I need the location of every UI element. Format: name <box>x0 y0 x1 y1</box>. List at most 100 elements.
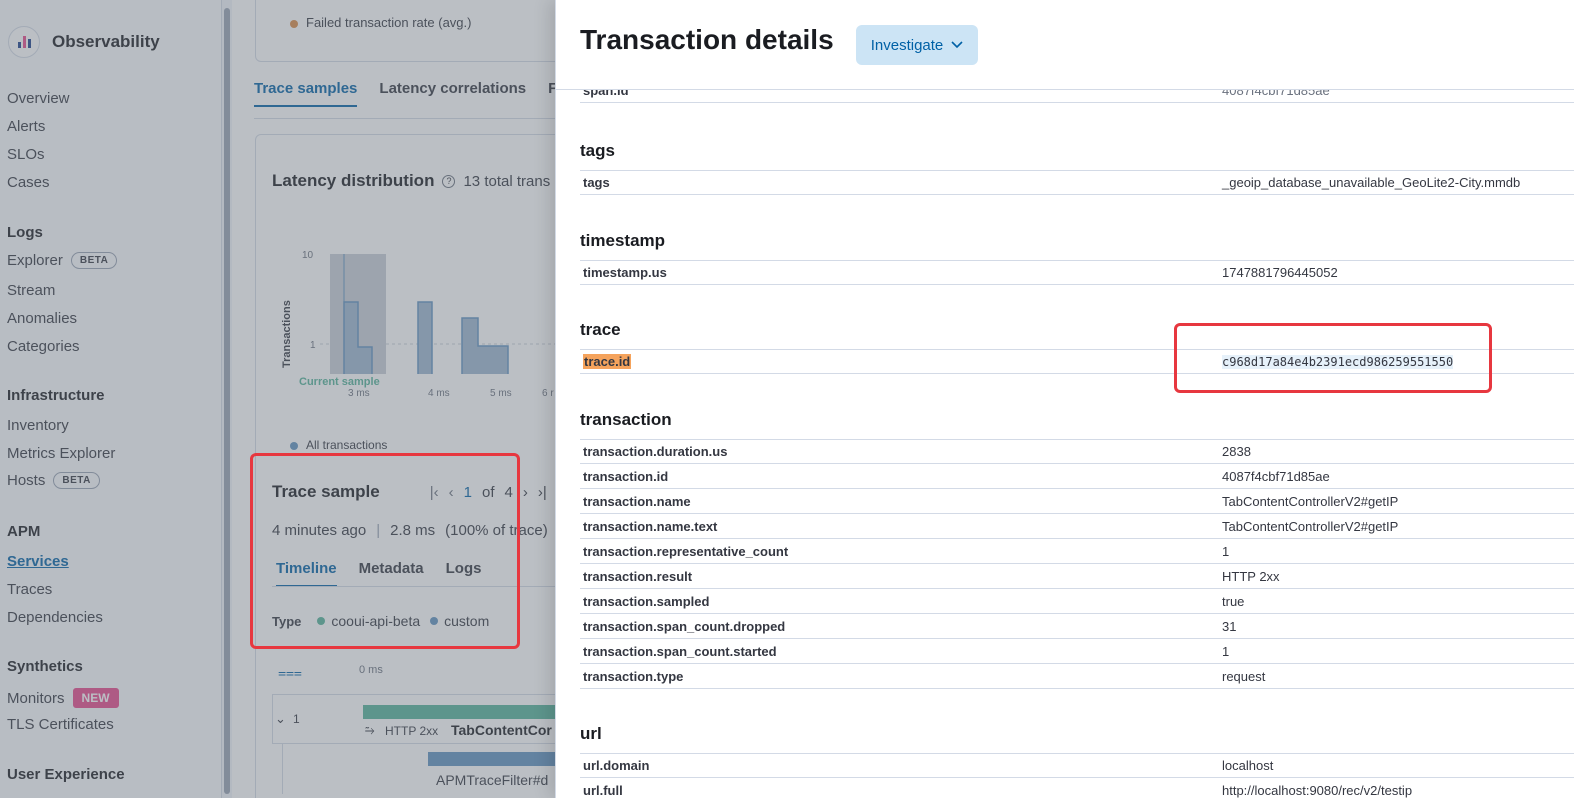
trace-id-value[interactable]: c968d17a84e4b2391ecd986259551550 <box>1222 354 1454 369</box>
type-name: custom <box>444 613 490 629</box>
brand[interactable]: Observability <box>8 26 160 58</box>
sidebar-item-hosts[interactable]: Hosts BETA <box>7 472 100 489</box>
collapse-all-icon[interactable]: ⩶ <box>278 664 302 681</box>
field-value[interactable]: TabContentControllerV2#getIP <box>1222 494 1398 509</box>
sidebar-item-explorer[interactable]: Explorer BETA <box>7 252 118 269</box>
field-row: transaction.name.text TabContentControlle… <box>580 514 1574 539</box>
legend-dot-icon <box>317 617 326 625</box>
tab-trace-samples[interactable]: Trace samples <box>254 80 358 107</box>
field-key: transaction.sampled <box>583 593 710 609</box>
chevron-down-icon[interactable]: ⌄ <box>275 711 286 727</box>
field-row: transaction.sampled true <box>580 589 1574 614</box>
field-row: transaction.span_count.started 1 <box>580 639 1574 664</box>
field-row: transaction.span_count.dropped 31 <box>580 614 1574 639</box>
transaction-status: HTTP 2xx <box>385 724 439 738</box>
field-value[interactable]: localhost <box>1222 758 1273 773</box>
field-row: transaction.name TabContentControllerV2#g… <box>580 489 1574 514</box>
last-page-icon[interactable]: ›| <box>538 484 547 501</box>
sidebar-item-stream[interactable]: Stream <box>7 282 55 299</box>
field-value[interactable]: _geoip_database_unavailable_GeoLite2-Cit… <box>1222 175 1520 190</box>
sidebar-item-slos[interactable]: SLOs <box>7 146 45 163</box>
tabs-divider <box>254 118 584 119</box>
prev-page-icon[interactable]: ‹ <box>449 484 454 501</box>
type-legend: Type cooui-api-beta custom <box>272 613 489 629</box>
field-value[interactable]: http://localhost:9080/rec/v2/testip <box>1222 783 1412 798</box>
trace-sample-title: Trace sample <box>272 482 380 501</box>
beta-badge: BETA <box>53 472 100 489</box>
sidebar-item-dependencies[interactable]: Dependencies <box>7 609 103 626</box>
field-value: 4087f4cbf71d85ae <box>1222 90 1330 98</box>
field-key: tags <box>583 175 610 190</box>
field-value[interactable]: 1 <box>1222 544 1229 559</box>
field-row: transaction.id 4087f4cbf71d85ae <box>580 464 1574 489</box>
sidebar-item-inventory[interactable]: Inventory <box>7 417 69 434</box>
group-title-transaction: transaction <box>580 410 672 429</box>
transaction-name: TabContentCor <box>451 722 552 738</box>
field-key: transaction.result <box>583 568 693 584</box>
field-row: transaction.type request <box>580 664 1574 689</box>
field-value[interactable]: request <box>1222 669 1265 684</box>
sidebar-item-tls-certificates[interactable]: TLS Certificates <box>7 716 114 733</box>
field-key: span.id <box>583 90 629 98</box>
tab-latency-correlations[interactable]: Latency correlations <box>379 80 526 107</box>
sidebar-item-metrics-explorer[interactable]: Metrics Explorer <box>7 445 115 462</box>
x-tick: 3 ms <box>348 388 370 399</box>
brand-title: Observability <box>52 32 160 51</box>
first-page-icon[interactable]: |‹ <box>430 484 439 501</box>
sidebar-item-anomalies[interactable]: Anomalies <box>7 310 77 327</box>
tab-logs[interactable]: Logs <box>446 560 482 587</box>
field-row: url.full http://localhost:9080/rec/v2/te… <box>580 778 1574 798</box>
y-tick-1: 1 <box>310 340 316 351</box>
failed-rate-label: Failed transaction rate (avg.) <box>290 15 471 30</box>
help-icon[interactable]: ? <box>442 174 456 188</box>
investigate-label: Investigate <box>870 36 944 54</box>
next-page-icon[interactable]: › <box>523 484 528 501</box>
field-value[interactable]: HTTP 2xx <box>1222 569 1280 584</box>
investigate-button[interactable]: Investigate <box>856 25 978 65</box>
field-key: transaction.span_count.dropped <box>583 618 786 634</box>
row-number: 1 <box>293 712 300 726</box>
field-key: transaction.duration.us <box>583 444 728 459</box>
chevron-down-icon <box>951 41 963 49</box>
sidebar-scrollbar[interactable] <box>222 0 232 798</box>
total-transactions-text: 13 total trans <box>463 172 551 190</box>
sidebar-item-services[interactable]: Services <box>7 553 69 570</box>
field-value[interactable]: TabContentControllerV2#getIP <box>1222 519 1398 534</box>
flyout-header: Transaction details Investigate <box>556 0 1574 90</box>
field-key: transaction.type <box>583 668 684 684</box>
flyout-body[interactable]: span.id 4087f4cbf71d85ae tags tags _geoi… <box>556 90 1574 798</box>
current-page[interactable]: 1 <box>464 484 472 501</box>
field-value[interactable]: true <box>1222 594 1244 609</box>
beta-badge: BETA <box>70 252 118 269</box>
current-sample-label: Current sample <box>299 376 380 388</box>
x-tick: 6 r <box>542 388 554 399</box>
tab-metadata[interactable]: Metadata <box>359 560 424 587</box>
sidebar-item-label: Hosts <box>7 472 46 489</box>
field-row: tags _geoip_database_unavailable_GeoLite… <box>580 170 1574 195</box>
stats-card: Failed transaction rate (avg.) <box>255 0 575 62</box>
field-value[interactable]: 1 <box>1222 644 1229 659</box>
sidebar-item-cases[interactable]: Cases <box>7 174 50 191</box>
scrollbar-thumb[interactable] <box>224 8 230 794</box>
sidebar-item-overview[interactable]: Overview <box>7 90 70 107</box>
field-value[interactable]: 31 <box>1222 619 1236 634</box>
type-name: cooui-api-beta <box>331 613 421 629</box>
field-key: url.full <box>583 782 623 798</box>
sidebar-item-categories[interactable]: Categories <box>7 338 80 355</box>
field-row: transaction.duration.us 2838 <box>580 439 1574 464</box>
timeline-child-row[interactable]: APMTraceFilter#d <box>282 744 628 794</box>
sidebar-item-traces[interactable]: Traces <box>7 581 52 598</box>
group-title-trace: trace <box>580 320 621 339</box>
sidebar-item-alerts[interactable]: Alerts <box>7 118 45 135</box>
sidebar-section-logs: Logs <box>7 224 43 241</box>
timeline-zero: 0 ms <box>359 664 383 676</box>
tab-timeline[interactable]: Timeline <box>276 560 337 587</box>
page-total[interactable]: 4 <box>505 484 513 501</box>
field-value[interactable]: 2838 <box>1222 444 1251 459</box>
sidebar-item-monitors[interactable]: Monitors NEW <box>7 688 119 708</box>
field-row: span.id 4087f4cbf71d85ae <box>580 90 1574 103</box>
field-row: transaction.result HTTP 2xx <box>580 564 1574 589</box>
field-value[interactable]: 4087f4cbf71d85ae <box>1222 469 1330 484</box>
timeline-row[interactable]: ⌄ 1 ⥲ HTTP 2xx TabContentCor <box>272 694 603 744</box>
field-value[interactable]: 1747881796445052 <box>1222 265 1338 280</box>
